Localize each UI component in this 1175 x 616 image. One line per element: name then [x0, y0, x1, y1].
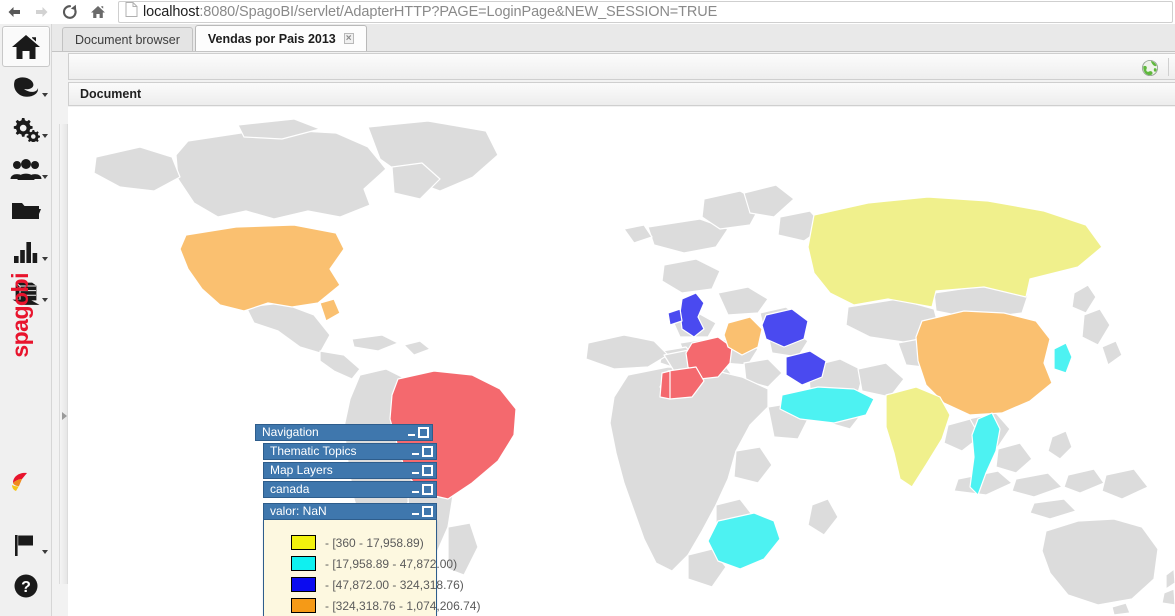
sidebar-item-help[interactable]: ?: [0, 565, 52, 606]
legend-label: - [17,958.89 - 47,872.00): [325, 556, 458, 571]
panel-thematic-topics[interactable]: Thematic Topics: [263, 443, 437, 460]
sidebar-collapse-handle[interactable]: [59, 124, 68, 584]
folder-icon: [11, 200, 41, 222]
sidebar-item-administration[interactable]: [0, 108, 52, 149]
tab-label: Document browser: [75, 32, 180, 47]
tab-document-browser[interactable]: Document browser: [62, 27, 193, 51]
legend-swatch: [291, 535, 316, 550]
chevron-down-icon: [42, 550, 48, 554]
document-toolbar: [68, 53, 1175, 80]
panel-window-buttons: [412, 446, 433, 457]
document-header: Document: [68, 82, 1175, 106]
close-icon[interactable]: ×: [343, 33, 354, 44]
page-title: Document: [80, 87, 142, 101]
tab-vendas-por-pais-2013[interactable]: Vendas por Pais 2013 ×: [194, 25, 367, 51]
panel-map-layers[interactable]: Map Layers: [263, 462, 437, 479]
back-button[interactable]: [0, 0, 28, 24]
bar-chart-icon: [12, 240, 40, 264]
chevron-right-icon: [62, 412, 67, 420]
legend-swatch: [291, 598, 316, 613]
panel-window-buttons: [412, 506, 433, 517]
panel-title: canada: [270, 482, 310, 496]
chevron-down-icon: [42, 93, 48, 97]
legend-item[interactable]: - [360 - 17,958.89): [264, 532, 436, 553]
maximize-icon[interactable]: [418, 427, 429, 438]
legend-item[interactable]: - [17,958.89 - 47,872.00): [264, 553, 457, 574]
spagobi-logo: spagobi: [0, 273, 52, 499]
map-control-panels: Navigation Thematic Topics Map Layers ca…: [255, 424, 515, 616]
legend-label: - [324,318.76 - 1,074,206.74): [325, 598, 481, 613]
sidebar-item-shortcuts[interactable]: [0, 67, 52, 108]
minimize-icon[interactable]: [412, 508, 419, 515]
users-icon: [10, 158, 42, 181]
world-map-canvas[interactable]: Navigation Thematic Topics Map Layers ca…: [68, 107, 1175, 616]
sidebar-bottom-group: ?: [0, 524, 52, 606]
panel-title: Navigation: [262, 425, 319, 439]
url-rest: :8080/SpagoBI/servlet/AdapterHTTP?PAGE=L…: [199, 4, 718, 20]
chevron-down-icon: [42, 257, 48, 261]
url-host: localhost: [143, 4, 200, 20]
url-text: localhost:8080/SpagoBI/servlet/AdapterHT…: [143, 4, 717, 20]
browser-toolbar: localhost:8080/SpagoBI/servlet/AdapterHT…: [0, 0, 1175, 24]
legend-panel: - [360 - 17,958.89) - [17,958.89 - 47,87…: [263, 520, 480, 616]
curved-arrow-icon: [11, 76, 41, 100]
country-india[interactable]: [885, 386, 951, 488]
world-map[interactable]: [68, 107, 1175, 616]
maximize-icon[interactable]: [422, 446, 433, 457]
question-mark-icon: ?: [13, 573, 39, 599]
sidebar-item-home[interactable]: [2, 26, 50, 67]
panel-navigation[interactable]: Navigation: [255, 424, 433, 441]
chevron-down-icon: [42, 175, 48, 179]
toolbar-separator: [1168, 58, 1169, 76]
sidebar-item-analysis[interactable]: [0, 231, 52, 272]
page-icon: [125, 2, 138, 22]
panel-title: valor: NaN: [270, 504, 327, 518]
legend-swatch: [291, 577, 316, 592]
chevron-down-icon: [42, 134, 48, 138]
svg-text:?: ?: [21, 579, 31, 596]
maximize-icon[interactable]: [422, 506, 433, 517]
home-icon: [11, 34, 41, 60]
chevron-down-icon: [42, 298, 48, 302]
panel-window-buttons: [412, 465, 433, 476]
logo-mark-icon: [8, 467, 36, 493]
spagobi-application: spagobi ? Document browser Vendas por Pa…: [0, 24, 1175, 616]
maximize-icon[interactable]: [422, 484, 433, 495]
minimize-icon[interactable]: [412, 467, 419, 474]
legend-label: - [47,872.00 - 324,318.76): [325, 577, 464, 592]
address-bar[interactable]: localhost:8080/SpagoBI/servlet/AdapterHT…: [118, 1, 1173, 23]
panel-window-buttons: [408, 427, 429, 438]
gears-icon: [11, 116, 41, 142]
forward-button[interactable]: [28, 0, 56, 24]
tab-bar: Document browser Vendas por Pais 2013 ×: [52, 24, 1175, 52]
legend-item[interactable]: - [47,872.00 - 324,318.76): [264, 574, 464, 595]
minimize-icon[interactable]: [412, 486, 419, 493]
panel-valor-legend-header[interactable]: valor: NaN: [263, 503, 437, 520]
sidebar-item-language[interactable]: [0, 524, 52, 565]
minimize-icon[interactable]: [408, 429, 415, 436]
flag-icon: [12, 533, 40, 557]
home-button[interactable]: [84, 0, 112, 24]
sidebar-item-document-browser[interactable]: [0, 190, 52, 231]
country-south-korea[interactable]: [1053, 342, 1073, 374]
country-south-africa[interactable]: [707, 512, 781, 570]
legend-item[interactable]: - [324,318.76 - 1,074,206.74): [264, 595, 480, 616]
maximize-icon[interactable]: [422, 465, 433, 476]
tab-label: Vendas por Pais 2013: [207, 31, 336, 46]
panel-title: Thematic Topics: [270, 444, 357, 458]
left-sidebar: spagobi ?: [0, 24, 52, 616]
panel-title: Map Layers: [270, 463, 333, 477]
sidebar-item-profile-management[interactable]: [0, 149, 52, 190]
minimize-icon[interactable]: [412, 448, 419, 455]
panel-window-buttons: [412, 484, 433, 495]
legend-label: - [360 - 17,958.89): [325, 535, 424, 550]
panel-canada[interactable]: canada: [263, 481, 437, 498]
country-portugal[interactable]: [659, 370, 671, 400]
logo-text: spagobi: [7, 273, 33, 358]
reload-button[interactable]: [56, 0, 84, 24]
globe-icon[interactable]: [1139, 57, 1161, 78]
legend-swatch: [291, 556, 316, 571]
